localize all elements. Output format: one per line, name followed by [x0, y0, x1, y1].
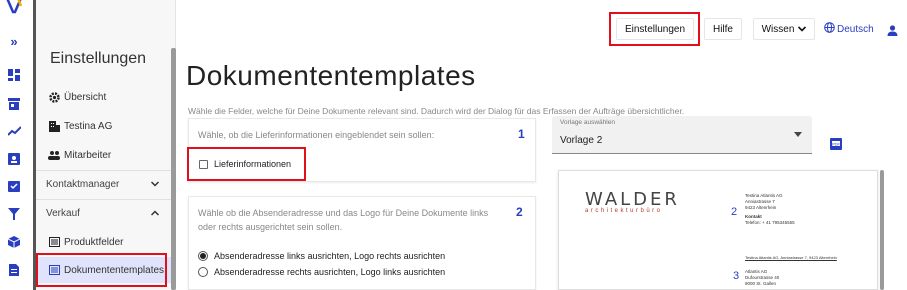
- sidebar-section-sales[interactable]: Verkauf: [36, 199, 171, 227]
- highlight-box: [187, 147, 306, 181]
- page-title: Dokumententemplates: [186, 60, 476, 91]
- building-icon: [48, 120, 60, 132]
- preview-sender-address: Testina Atlantis AG Anniastrasse 7 9423 …: [745, 193, 795, 226]
- document-icon[interactable]: [7, 263, 21, 277]
- gear-icon: [48, 91, 60, 103]
- knowledge-label: Wissen: [761, 23, 795, 35]
- select-label: Vorlage auswählen: [560, 119, 615, 126]
- preview-logo: WALDER: [585, 189, 680, 210]
- sidebar-item-label: Übersicht: [64, 91, 107, 103]
- alignment-option-1[interactable]: Absenderadresse links ausrichten, Logo r…: [198, 251, 445, 261]
- preview-logo-subtitle: architekturbüro: [585, 208, 663, 214]
- template-select[interactable]: Vorlage auswählen Vorlage 2: [552, 116, 812, 154]
- pdf-icon[interactable]: PDF: [830, 137, 842, 155]
- sidebar-item-product-fields[interactable]: Produktfelder: [36, 229, 171, 255]
- logo-icon[interactable]: [4, 0, 26, 14]
- contact-line: Telefon: + 41 795345555: [745, 220, 795, 225]
- trend-icon[interactable]: [7, 124, 21, 138]
- globe-icon: [824, 22, 835, 36]
- preview-marker-2: 2: [731, 206, 738, 218]
- caret-down-icon: [794, 132, 802, 137]
- alignment-option-2[interactable]: Absenderadresse rechts ausrichten, Logo …: [198, 267, 445, 277]
- address-line: 9423 Altenrhein: [745, 205, 777, 210]
- language-selector[interactable]: Deutsch: [824, 22, 874, 36]
- user-icon[interactable]: [887, 23, 898, 41]
- preview-recipient-address: Atlantis AG Dufourstrasse 40 9000 St. Ga…: [745, 269, 779, 287]
- preview-return-address: Testina Atlantis AG, Anniastrasse 7, 942…: [745, 255, 837, 260]
- card-number: 2: [516, 205, 523, 219]
- language-label: Deutsch: [837, 23, 874, 35]
- chevron-up-icon: [150, 208, 160, 219]
- help-button[interactable]: Hilfe: [704, 18, 742, 40]
- address-line: 9000 St. Gallen: [745, 281, 777, 286]
- sidebar-item-label: Mitarbeiter: [64, 149, 112, 161]
- highlight-box: [36, 253, 167, 287]
- sidebar-item-overview[interactable]: Übersicht: [36, 84, 171, 110]
- sidebar-item-employees[interactable]: Mitarbeiter: [36, 142, 171, 168]
- card-hint: Wähle ob die Absenderadresse und das Log…: [198, 208, 489, 232]
- document-preview: WALDER architekturbüro Testina Atlantis …: [558, 170, 878, 290]
- radio-button[interactable]: [198, 267, 208, 277]
- box-icon[interactable]: [7, 235, 21, 249]
- dashboard-icon[interactable]: [7, 68, 21, 82]
- chevron-down-icon: [150, 179, 160, 190]
- sidebar-title: Einstellungen: [50, 50, 147, 67]
- sidebar-scrollbar[interactable]: [171, 48, 176, 290]
- icon-rail: »: [0, 0, 30, 290]
- alignment-card: Wähle ob die Absenderadresse und das Log…: [188, 196, 536, 290]
- sidebar-item-label: Testina AG: [64, 120, 113, 132]
- settings-sidebar: Einstellungen Übersicht Testina AG Mitar…: [36, 0, 176, 290]
- people-icon: [48, 149, 60, 161]
- option-label: Absenderadresse rechts ausrichten, Logo …: [214, 267, 446, 277]
- knowledge-dropdown[interactable]: Wissen: [753, 18, 815, 40]
- preview-scrollbar[interactable]: [880, 170, 884, 290]
- task-icon[interactable]: [7, 179, 21, 193]
- chevron-down-icon: [798, 24, 807, 35]
- highlight-box: [609, 12, 700, 46]
- sidebar-section-contact-manager[interactable]: Kontaktmanager: [36, 170, 171, 198]
- card-number: 1: [518, 127, 525, 141]
- store-icon[interactable]: [7, 97, 21, 111]
- expand-icon[interactable]: »: [7, 35, 21, 49]
- app-root: » Einstellungen Übersicht Testina AG Mit…: [0, 0, 907, 290]
- svg-text:PDF: PDF: [832, 141, 841, 146]
- sidebar-item-company[interactable]: Testina AG: [36, 113, 171, 139]
- list-icon: [48, 236, 60, 248]
- sidebar-item-label: Produktfelder: [64, 236, 124, 248]
- card-hint: Wähle, ob die Lieferinformationen eingeb…: [198, 130, 435, 140]
- page-subtitle: Wähle die Felder, welche für Deine Dokum…: [188, 106, 685, 116]
- section-label: Verkauf: [46, 208, 80, 219]
- select-value: Vorlage 2: [560, 135, 603, 146]
- section-label: Kontaktmanager: [46, 179, 120, 190]
- radio-button[interactable]: [198, 251, 208, 261]
- option-label: Absenderadresse links ausrichten, Logo r…: [214, 251, 446, 261]
- filter-icon[interactable]: [7, 207, 21, 221]
- preview-marker-3: 3: [733, 270, 740, 282]
- radio-dot: [200, 253, 206, 259]
- contacts-icon[interactable]: [7, 152, 21, 166]
